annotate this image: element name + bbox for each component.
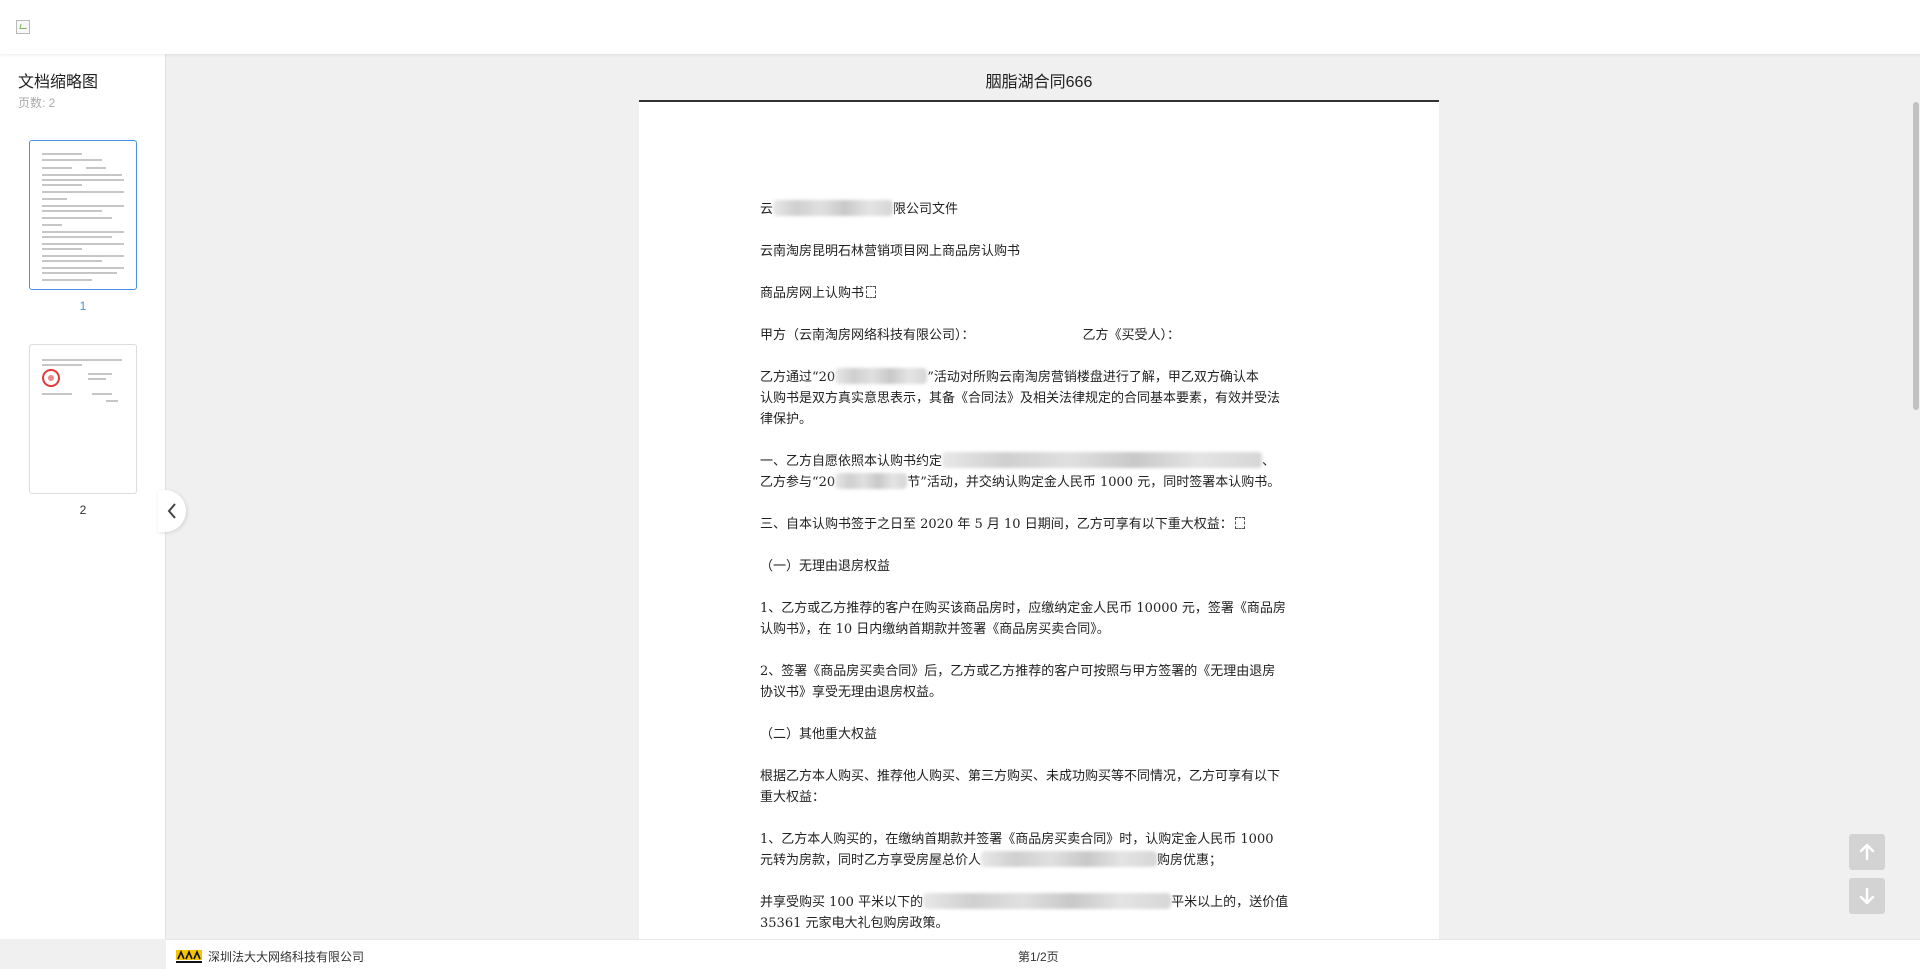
thumbnail-label-1: 1: [79, 299, 87, 313]
page-thumbnail-1[interactable]: [29, 140, 137, 290]
doc-line: （一）无理由退房权益: [760, 559, 891, 574]
chevron-left-icon: [167, 503, 176, 519]
document-header: 胭脂湖合同666: [639, 54, 1439, 102]
redacted-block: [942, 452, 1263, 468]
top-bar: [0, 0, 1920, 54]
doc-line: 一、乙方自愿依照本认购书约定、: [760, 452, 1276, 469]
doc-line: 1、乙方或乙方推荐的客户在购买该商品房时，应缴纳定金人民币 10000 元，签署…: [760, 601, 1286, 616]
doc-line: 商品房网上认购书: [760, 283, 1320, 304]
company-logo-icon: [176, 949, 202, 963]
collapse-sidebar-button[interactable]: [158, 490, 186, 532]
scrollbar-thumb[interactable]: [1913, 102, 1919, 410]
doc-line: 根据乙方本人购买、推荐他人购买、第三方购买、未成功购买等不同情况，乙方可享有以下: [760, 769, 1281, 784]
redacted-block: [835, 368, 928, 384]
footer-bar: 深圳法大大网络科技有限公司 第1/2页: [166, 939, 1920, 969]
thumbnail-sidebar: 文档缩略图 页数: 2 1 2: [0, 54, 166, 939]
thumbnail-label-2: 2: [79, 503, 87, 517]
page-count-label: 页数: 2: [18, 96, 56, 110]
doc-line: 认购书是双方真实意思表示，其备《合同法》及相关法律规定的合同基本要素，有效并受法: [760, 391, 1281, 406]
doc-line: 认购书》，在 10 日内缴纳首期款并签署《商品房买卖合同》。: [760, 622, 1110, 637]
doc-line: 乙方参与“20 节”活动，并交纳认购定金人民币 1000 元，同时签署本认购书。: [760, 473, 1281, 490]
page-indicator: 第1/2页: [1018, 950, 1059, 964]
doc-line: （二）其他重大权益: [760, 727, 878, 742]
doc-line: 协议书》享受无理由退房权益。: [760, 685, 943, 700]
doc-line: 甲方（云南淘房网络科技有限公司）： 乙方《买受人）：: [760, 328, 1181, 343]
redacted-block: [981, 851, 1158, 867]
redacted-block: [773, 200, 894, 216]
doc-line: 重大权益：: [760, 790, 826, 805]
doc-line: 2、签署《商品房买卖合同》后，乙方或乙方推荐的客户可按照与甲方签署的《无理由退房: [760, 664, 1276, 679]
document-page: 云限公司文件 云南淘房昆明石林营销项目网上商品房认购书 商品房网上认购书 甲方（…: [639, 102, 1439, 939]
qr-code-icon: [866, 286, 877, 298]
red-seal-icon: [42, 369, 60, 387]
doc-line: 三、自本认购书签于之日至 2020 年 5 月 10 日期间，乙方可享有以下重大…: [760, 514, 1320, 535]
vertical-scrollbar[interactable]: [1912, 102, 1920, 939]
doc-line: 35361 元家电大礼包购房政策。: [760, 916, 949, 931]
doc-line: 云南淘房昆明石林营销项目网上商品房认购书: [760, 244, 1021, 259]
redacted-block: [923, 893, 1172, 909]
doc-line: 元转为房款，同时乙方享受房屋总价人 购房优惠；: [760, 851, 1223, 868]
logo-image-icon[interactable]: [16, 20, 30, 34]
page-thumbnail-2[interactable]: [29, 344, 137, 494]
arrow-up-icon: [1859, 843, 1875, 861]
doc-line: 云限公司文件: [760, 200, 959, 217]
qr-code-icon: [1234, 517, 1245, 529]
scroll-up-button[interactable]: [1849, 834, 1885, 870]
footer-company-name: 深圳法大大网络科技有限公司: [208, 950, 365, 964]
doc-line: 1、乙方本人购买的，在缴纳首期款并签署《商品房买卖合同》时，认购定金人民币 10…: [760, 832, 1274, 847]
sidebar-title: 文档缩略图: [18, 74, 99, 91]
scroll-down-button[interactable]: [1849, 878, 1885, 914]
redacted-block: [835, 473, 908, 489]
doc-line: 并享受购买 100 平米以下的 平米以上的，送价值: [760, 893, 1289, 910]
doc-line: 乙方通过“20 ”活动对所购云南淘房营销楼盘进行了解，甲乙双方确认本: [760, 368, 1259, 385]
arrow-down-icon: [1859, 887, 1875, 905]
doc-line: 律保护。: [760, 412, 813, 427]
document-title: 胭脂湖合同666: [985, 74, 1093, 91]
